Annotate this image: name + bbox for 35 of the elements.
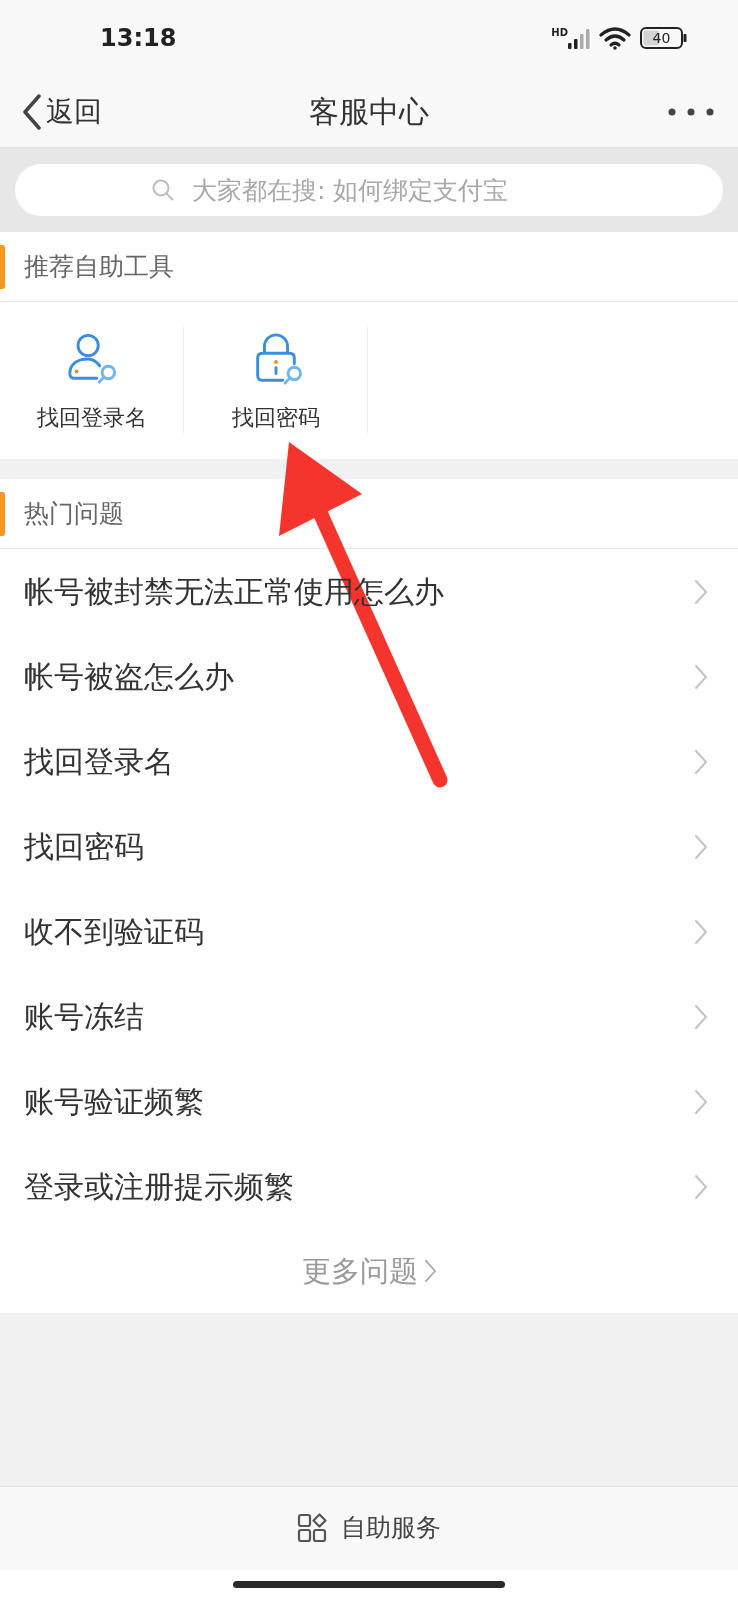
wifi-icon	[599, 26, 631, 50]
section-title: 热门问题	[24, 498, 124, 529]
signal-icon	[568, 27, 590, 49]
section-marker-icon	[0, 244, 5, 289]
question-item[interactable]: 账号冻结	[0, 974, 738, 1059]
chevron-right-icon	[694, 1088, 708, 1115]
self-service-button[interactable]: 自助服务	[297, 1513, 441, 1543]
status-time: 13:18	[100, 26, 177, 50]
chevron-right-icon	[694, 1173, 708, 1200]
chevron-right-icon	[694, 578, 708, 605]
chevron-left-icon	[22, 93, 42, 130]
page-title: 客服中心	[309, 93, 429, 130]
section-title: 推荐自助工具	[24, 251, 174, 282]
back-button[interactable]: 返回	[22, 93, 102, 130]
question-item[interactable]: 找回登录名	[0, 719, 738, 804]
chevron-right-icon	[423, 1259, 437, 1283]
question-item[interactable]: 帐号被盗怎么办	[0, 634, 738, 719]
chevron-right-icon	[694, 1003, 708, 1030]
tool-button[interactable]: 找回密码	[184, 327, 368, 433]
battery-indicator: 40	[640, 27, 688, 49]
search-icon	[152, 179, 174, 201]
tool-button[interactable]: 找回登录名	[0, 327, 184, 433]
question-item[interactable]: 登录或注册提示频繁	[0, 1144, 738, 1229]
chevron-right-icon	[694, 663, 708, 690]
search-field[interactable]: 大家都在搜: 如何绑定支付宝	[15, 164, 723, 216]
chevron-right-icon	[694, 918, 708, 945]
chevron-right-icon	[694, 748, 708, 775]
grid-icon	[297, 1513, 327, 1543]
question-item[interactable]: 找回密码	[0, 804, 738, 889]
question-item[interactable]: 收不到验证码	[0, 889, 738, 974]
network-type-label: HD	[551, 27, 568, 38]
question-item[interactable]: 账号验证频繁	[0, 1059, 738, 1144]
more-icon	[668, 107, 714, 116]
chevron-right-icon	[694, 833, 708, 860]
section-marker-icon	[0, 491, 5, 536]
